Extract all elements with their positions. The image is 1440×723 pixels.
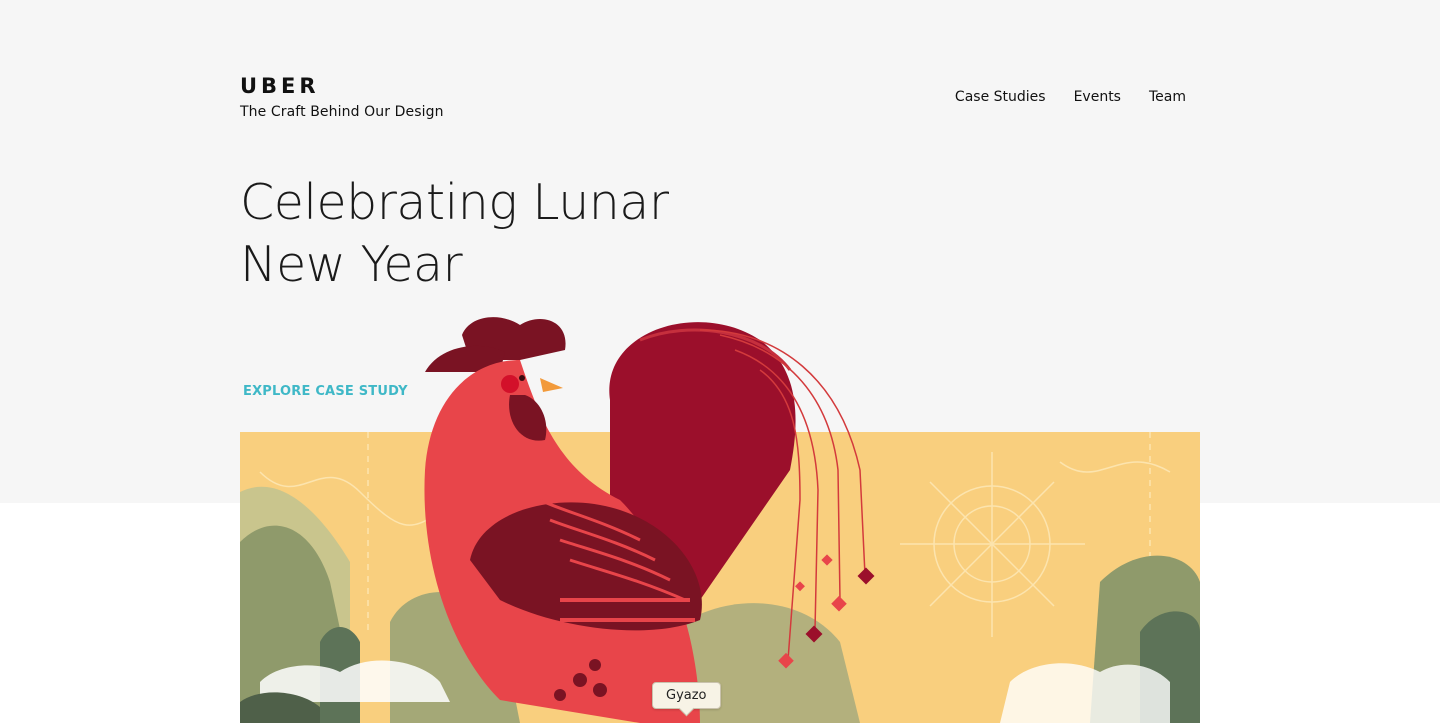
page-title-line-2: New Year — [240, 236, 463, 293]
hero-banner[interactable] — [240, 432, 1200, 723]
hero-landscape — [240, 432, 1200, 723]
page-title-line-1: Celebrating Lunar — [240, 174, 669, 231]
nav-events[interactable]: Events — [1074, 89, 1121, 105]
nav-case-studies[interactable]: Case Studies — [955, 89, 1046, 105]
explore-case-study-link[interactable]: EXPLORE CASE STUDY — [243, 384, 408, 399]
uber-logo[interactable]: UBER — [240, 74, 444, 98]
main-nav: Case Studies Events Team — [955, 89, 1186, 105]
site-tagline: The Craft Behind Our Design — [240, 104, 444, 120]
page-title: Celebrating Lunar New Year — [240, 172, 669, 296]
header-background — [0, 0, 1440, 503]
gyazo-tooltip: Gyazo — [652, 682, 721, 709]
brand[interactable]: UBER The Craft Behind Our Design — [240, 74, 444, 120]
nav-team[interactable]: Team — [1149, 89, 1186, 105]
